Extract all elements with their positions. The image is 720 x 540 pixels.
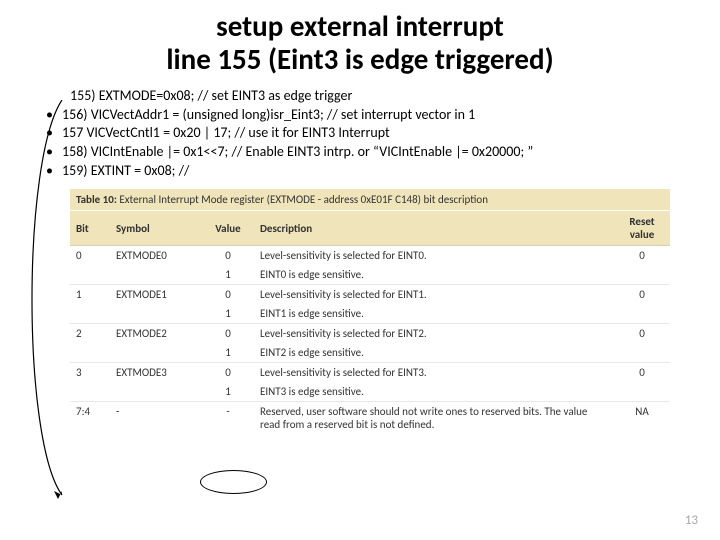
table-row: 7:4--Reserved, user software should not …: [70, 402, 670, 435]
table-row: 2EXTMODE20Level-sensitivity is selected …: [70, 324, 670, 344]
cell-symbol: EXTMODE0: [110, 246, 202, 266]
cell-bit: 0: [70, 246, 110, 266]
cell-reset: 0: [614, 246, 670, 266]
table-row: 3EXTMODE30Level-sensitivity is selected …: [70, 363, 670, 383]
cell-desc: Level-sensitivity is selected for EINT1.: [254, 285, 614, 305]
cell-desc: EINT2 is edge sensitive.: [254, 343, 614, 363]
hdr-reset: Reset value: [614, 211, 670, 246]
cell-bit: [70, 265, 110, 285]
cell-bit: [70, 343, 110, 363]
cell-desc: Level-sensitivity is selected for EINT3.: [254, 363, 614, 383]
code-line: 155) EXTMODE=0x08; // set EINT3 as edge …: [70, 87, 690, 106]
cell-desc: Level-sensitivity is selected for EINT2.: [254, 324, 614, 344]
cell-symbol: [110, 304, 202, 324]
page-number: 13: [685, 513, 698, 528]
cell-bit: 7:4: [70, 402, 110, 435]
table-header-row: Bit Symbol Value Description Reset value: [70, 211, 670, 246]
cell-reset: 0: [614, 324, 670, 344]
table-row: 1EINT3 is edge sensitive.: [70, 382, 670, 402]
title-line-2: line 155 (Eint3 is edge triggered): [166, 41, 553, 77]
page-title: setup external interrupt line 155 (Eint3…: [30, 10, 690, 77]
cell-value: 1: [202, 382, 254, 402]
code-line: •158) VICIntEnable |= 0x1<<7; // Enable …: [70, 143, 690, 162]
bit-table: Bit Symbol Value Description Reset value…: [70, 211, 670, 434]
title-line-1: setup external interrupt: [216, 8, 504, 44]
cell-reset: 0: [614, 363, 670, 383]
cell-symbol: [110, 343, 202, 363]
table-caption: Table 10: External Interrupt Mode regist…: [70, 189, 670, 210]
cell-reset: [614, 343, 670, 363]
cell-bit: [70, 382, 110, 402]
cell-reset: [614, 265, 670, 285]
cell-value: 0: [202, 246, 254, 266]
code-line: •156) VICVectAddr1 = (unsigned long)isr_…: [70, 106, 690, 125]
cell-bit: [70, 304, 110, 324]
code-line: •157 VICVectCntl1 = 0x20 | 17; // use it…: [70, 124, 690, 143]
cell-symbol: EXTMODE1: [110, 285, 202, 305]
cell-symbol: [110, 265, 202, 285]
cell-value: -: [202, 402, 254, 435]
cell-bit: 2: [70, 324, 110, 344]
caption-text: External Interrupt Mode register (EXTMOD…: [119, 193, 488, 206]
cell-desc: EINT3 is edge sensitive.: [254, 382, 614, 402]
table-row: 1EINT1 is edge sensitive.: [70, 304, 670, 324]
code-line: •159) EXTINT = 0x08; //: [70, 162, 690, 181]
cell-value: 0: [202, 285, 254, 305]
cell-desc: Reserved, user software should not write…: [254, 402, 614, 435]
cell-value: 1: [202, 343, 254, 363]
annotation-circle: [200, 470, 267, 494]
hdr-bit: Bit: [70, 211, 110, 246]
cell-reset: [614, 382, 670, 402]
code-listing: 155) EXTMODE=0x08; // set EINT3 as edge …: [70, 87, 690, 181]
caption-number: Table 10:: [76, 193, 117, 206]
cell-symbol: -: [110, 402, 202, 435]
cell-value: 1: [202, 304, 254, 324]
cell-symbol: [110, 382, 202, 402]
cell-reset: NA: [614, 402, 670, 435]
cell-reset: 0: [614, 285, 670, 305]
cell-symbol: EXTMODE2: [110, 324, 202, 344]
cell-value: 0: [202, 363, 254, 383]
cell-desc: EINT1 is edge sensitive.: [254, 304, 614, 324]
cell-value: 1: [202, 265, 254, 285]
cell-desc: Level-sensitivity is selected for EINT0.: [254, 246, 614, 266]
cell-value: 0: [202, 324, 254, 344]
cell-desc: EINT0 is edge sensitive.: [254, 265, 614, 285]
table-row: 0EXTMODE00Level-sensitivity is selected …: [70, 246, 670, 266]
hdr-value: Value: [202, 211, 254, 246]
table-row: 1EINT0 is edge sensitive.: [70, 265, 670, 285]
cell-reset: [614, 304, 670, 324]
table-row: 1EINT2 is edge sensitive.: [70, 343, 670, 363]
register-table: Table 10: External Interrupt Mode regist…: [70, 189, 670, 434]
hdr-symbol: Symbol: [110, 211, 202, 246]
cell-symbol: EXTMODE3: [110, 363, 202, 383]
cell-bit: 3: [70, 363, 110, 383]
slide: setup external interrupt line 155 (Eint3…: [0, 0, 720, 540]
hdr-desc: Description: [254, 211, 614, 246]
table-row: 1EXTMODE10Level-sensitivity is selected …: [70, 285, 670, 305]
cell-bit: 1: [70, 285, 110, 305]
